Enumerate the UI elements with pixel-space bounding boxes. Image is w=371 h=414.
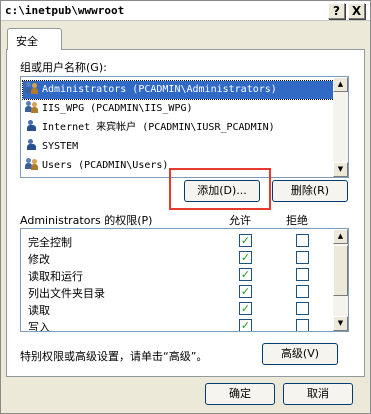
permission-row: 读取 ✓ <box>21 300 333 317</box>
scroll-thumb[interactable] <box>333 245 348 296</box>
ok-button[interactable]: 确定 <box>205 383 275 405</box>
allow-header: 允许 <box>229 214 251 227</box>
list-item-label: Users (PCADMIN\Users) <box>42 160 169 171</box>
allow-checkbox[interactable]: ✓ <box>239 251 252 264</box>
scroll-up-icon[interactable]: ▲ <box>333 229 348 244</box>
security-panel: 组或用户名称(G): Administrators (PCADMIN\Admin… <box>6 49 365 377</box>
list-item[interactable]: Internet 来宾帐户 (PCADMIN\IUSR_PCADMIN) <box>23 119 334 137</box>
group-user-list[interactable]: Administrators (PCADMIN\Administrators) I… <box>20 76 349 178</box>
list-item-label: Internet 来宾帐户 (PCADMIN\IUSR_PCADMIN) <box>42 122 275 133</box>
permission-list-scrollbar[interactable]: ▲ ▼ <box>333 229 348 331</box>
tab-security-label: 安全 <box>16 35 38 48</box>
deny-checkbox[interactable] <box>296 319 309 331</box>
permission-name: 写入 <box>28 321 50 332</box>
deny-checkbox[interactable] <box>296 251 309 264</box>
scroll-down-icon[interactable]: ▼ <box>333 162 348 177</box>
group-icon <box>25 100 39 114</box>
scroll-up-icon[interactable]: ▲ <box>333 77 348 92</box>
user-icon <box>25 138 39 152</box>
add-button[interactable]: 添加(D)... <box>184 180 260 202</box>
tab-security[interactable]: 安全 <box>7 28 62 50</box>
allow-checkbox[interactable]: ✓ <box>239 285 252 298</box>
properties-dialog: c:\inetpub\wwwroot ? X 安全 组或用户名称(G): Adm… <box>0 0 371 414</box>
permission-name: 列出文件夹目录 <box>28 287 105 300</box>
group-list-label: 组或用户名称(G): <box>20 61 107 74</box>
allow-checkbox[interactable]: ✓ <box>239 319 252 331</box>
permission-name: 读取和运行 <box>28 270 83 283</box>
permission-row: 完全控制 ✓ <box>21 232 333 249</box>
special-permissions-note: 特别权限或高级设置，请单击“高级”。 <box>20 350 208 363</box>
deny-checkbox[interactable] <box>296 234 309 247</box>
permission-name: 修改 <box>28 253 50 266</box>
remove-button[interactable]: 删除(R) <box>272 180 348 202</box>
cancel-button[interactable]: 取消 <box>283 383 353 405</box>
close-button[interactable]: X <box>348 3 365 19</box>
permission-name: 读取 <box>28 304 50 317</box>
list-item-label: Administrators (PCADMIN\Administrators) <box>42 84 277 95</box>
group-icon <box>25 157 39 171</box>
allow-checkbox[interactable]: ✓ <box>239 268 252 281</box>
group-list-scrollbar[interactable]: ▲ ▼ <box>333 77 348 177</box>
deny-checkbox[interactable] <box>296 268 309 281</box>
help-button[interactable]: ? <box>328 3 345 19</box>
list-item[interactable]: Users (PCADMIN\Users) <box>23 157 334 175</box>
deny-header: 拒绝 <box>286 214 308 227</box>
permission-row: 修改 ✓ <box>21 249 333 266</box>
allow-checkbox[interactable]: ✓ <box>239 234 252 247</box>
group-icon <box>25 81 39 95</box>
permissions-label: Administrators 的权限(P) <box>20 214 153 227</box>
permission-name: 完全控制 <box>28 236 72 249</box>
list-item[interactable]: SYSTEM <box>23 138 334 156</box>
advanced-button[interactable]: 高级(V) <box>262 343 338 365</box>
permission-row: 写入 ✓ <box>21 317 333 332</box>
window-title: c:\inetpub\wwwroot <box>5 4 125 17</box>
list-item[interactable]: IIS_WPG (PCADMIN\IIS_WPG) <box>23 100 334 118</box>
deny-checkbox[interactable] <box>296 302 309 315</box>
permission-list: 完全控制 ✓ 修改 ✓ 读取和运行 ✓ 列出文件夹目录 ✓ 读取 ✓ 写入 ✓ ▲ ▼ <box>20 228 349 332</box>
allow-checkbox[interactable]: ✓ <box>239 302 252 315</box>
deny-checkbox[interactable] <box>296 285 309 298</box>
permission-row: 读取和运行 ✓ <box>21 266 333 283</box>
list-item-label: IIS_WPG (PCADMIN\IIS_WPG) <box>42 103 193 114</box>
scroll-down-icon[interactable]: ▼ <box>333 316 348 331</box>
permission-row: 列出文件夹目录 ✓ <box>21 283 333 300</box>
title-bar: c:\inetpub\wwwroot ? X <box>1 1 370 21</box>
list-item[interactable]: Administrators (PCADMIN\Administrators) <box>22 80 335 100</box>
user-icon <box>25 119 39 133</box>
list-item-label: SYSTEM <box>42 141 79 152</box>
